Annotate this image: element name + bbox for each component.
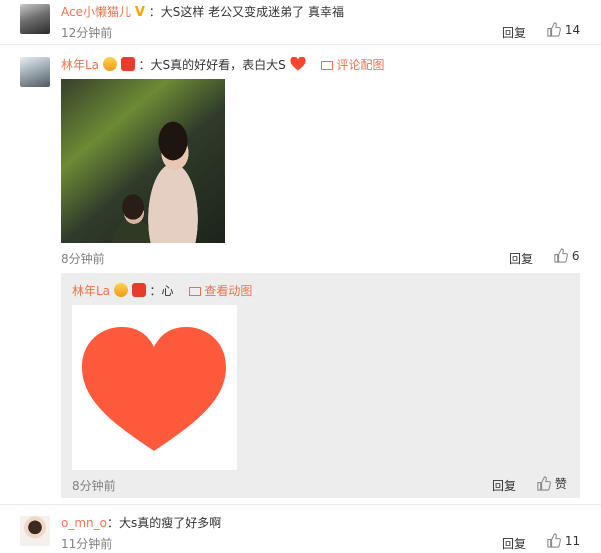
username-link[interactable]: Ace小懒猫儿	[61, 5, 131, 19]
like-count: 14	[564, 23, 581, 37]
timestamp: 8分钟前	[72, 479, 116, 493]
image-link-label: 评论配图	[336, 58, 385, 72]
username-link[interactable]: 林年La	[72, 284, 110, 298]
reply-button[interactable]: 回复	[509, 250, 533, 267]
like-button[interactable]: 赞	[536, 475, 567, 492]
reply-button[interactable]: 回复	[502, 535, 526, 552]
like-label: 赞	[554, 477, 567, 491]
like-button[interactable]: 11	[546, 533, 580, 548]
divider	[0, 44, 601, 45]
comment-text: ：大s真的瘦了好多啊	[106, 516, 222, 530]
member-badge-icon	[113, 283, 128, 297]
avatar[interactable]	[20, 4, 50, 34]
comment-text: ：大S这样 老公又变成迷弟了 真幸福	[148, 5, 344, 19]
heart-icon	[82, 327, 226, 451]
comment-line: 林年La ：心 查看动图	[72, 282, 252, 299]
thumbs-up-icon	[547, 22, 561, 37]
like-count: 11	[564, 534, 581, 548]
view-gif-link[interactable]: 查看动图	[189, 284, 252, 298]
heart-image[interactable]	[72, 305, 237, 470]
heart-icon	[290, 56, 306, 71]
avatar[interactable]	[20, 516, 50, 546]
comment-line: 林年La ：大S真的好好看，表白大S 评论配图	[61, 56, 384, 73]
divider	[0, 504, 601, 505]
reply-button[interactable]: 回复	[492, 477, 516, 494]
timestamp: 8分钟前	[61, 252, 105, 266]
vip-badge-icon	[131, 283, 146, 297]
username-link[interactable]: 林年La	[61, 58, 99, 72]
verified-badge-icon: V	[134, 5, 145, 20]
like-button[interactable]: 14	[546, 22, 580, 37]
reply-button[interactable]: 回复	[502, 24, 526, 41]
member-badge-icon	[102, 57, 117, 71]
thumbs-up-icon	[537, 476, 551, 491]
comment-line: Ace小懒猫儿 V ：大S这样 老公又变成迷弟了 真幸福	[61, 3, 344, 20]
thumbs-up-icon	[547, 533, 561, 548]
username-link[interactable]: o_mn_o	[61, 516, 107, 530]
avatar[interactable]	[20, 57, 50, 87]
image-icon	[321, 61, 334, 70]
vip-badge-icon	[120, 57, 135, 71]
timestamp: 12分钟前	[61, 26, 113, 40]
comment-image-link[interactable]: 评论配图	[321, 58, 384, 72]
thumbs-up-icon	[554, 248, 568, 263]
comment-text: ：心	[149, 284, 174, 298]
comment-text: ：大S真的好好看，表白大S	[138, 58, 286, 72]
comment-line: o_mn_o：大s真的瘦了好多啊	[61, 514, 221, 531]
comment-photo[interactable]	[61, 79, 225, 243]
gif-link-label: 查看动图	[204, 284, 253, 298]
like-button[interactable]: 6	[553, 248, 579, 263]
like-count: 6	[571, 249, 580, 263]
timestamp: 11分钟前	[61, 537, 113, 551]
image-icon	[189, 287, 202, 296]
